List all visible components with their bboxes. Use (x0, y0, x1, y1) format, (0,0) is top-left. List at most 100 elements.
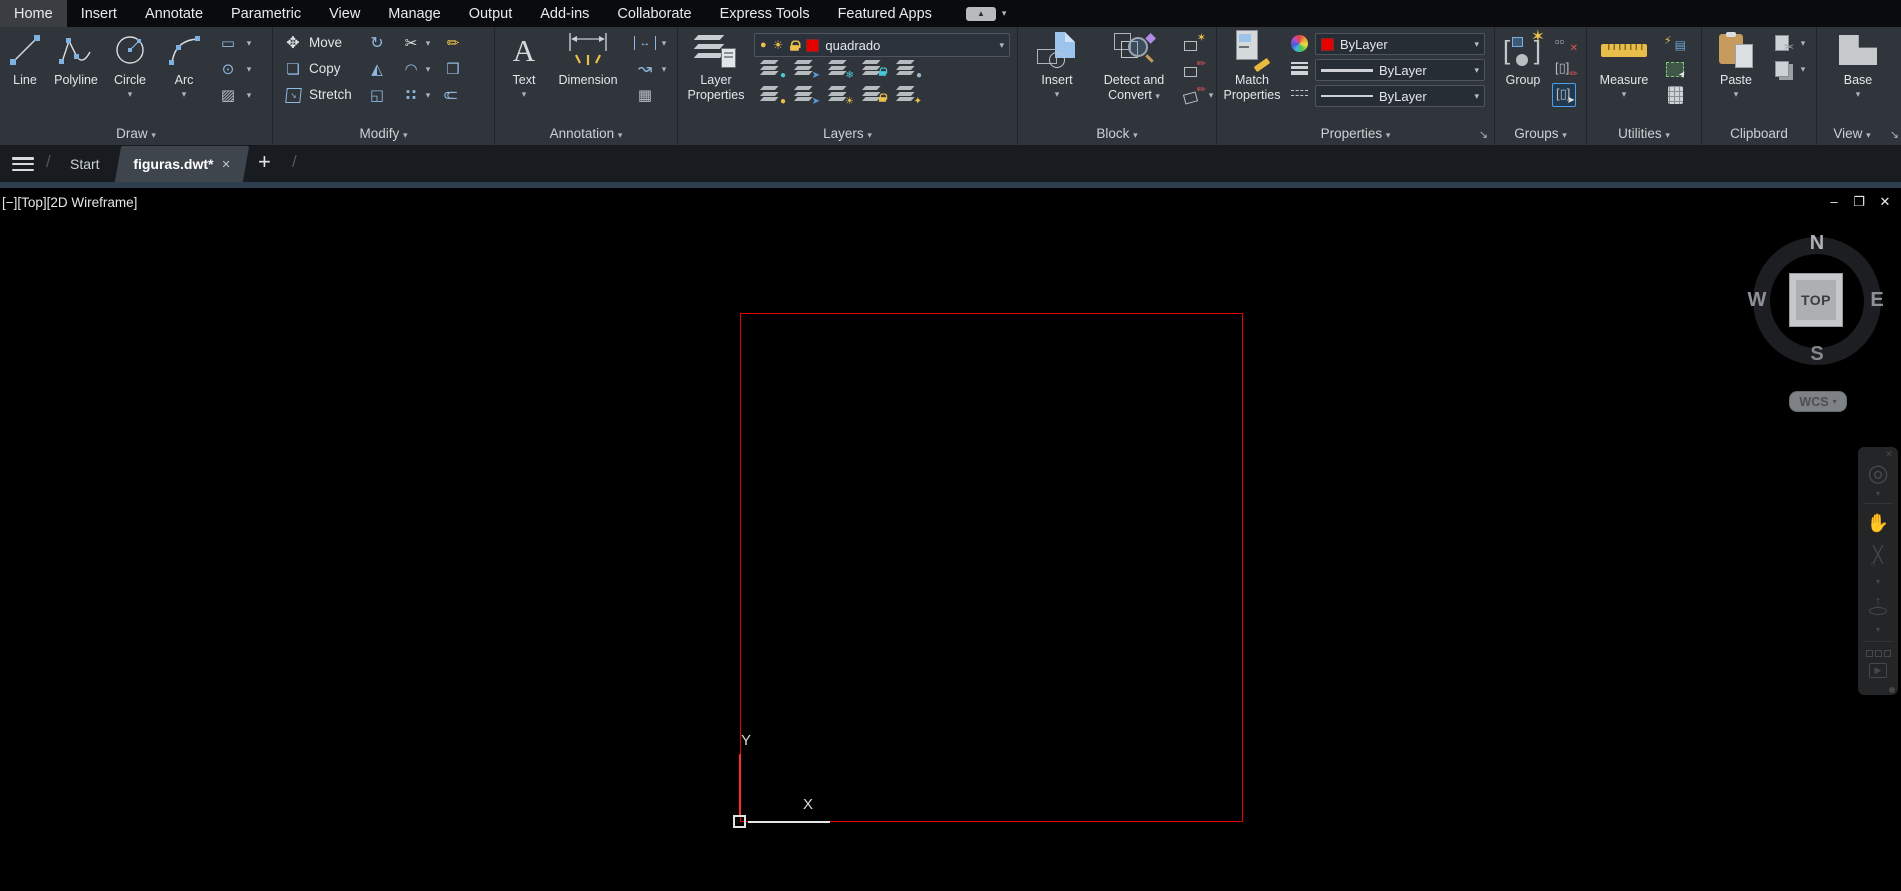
detect-and-convert-button[interactable]: ◆ Detect and Convert ▾ (1090, 29, 1178, 103)
drawing-viewport[interactable]: [−][Top][2D Wireframe] – ❐ ✕ Y X N W E S… (0, 188, 1901, 891)
close-viewport-icon[interactable]: ✕ (1875, 194, 1895, 210)
chevron-down-icon[interactable]: ▾ (1798, 59, 1808, 79)
viewcube-north[interactable]: N (1804, 232, 1830, 255)
quick-calculator-icon[interactable] (1663, 85, 1687, 105)
group-button[interactable]: [] ✶ Group (1497, 27, 1549, 88)
viewcube-east[interactable]: E (1864, 289, 1890, 312)
quick-select-icon[interactable]: ⚡ ▤ (1663, 33, 1687, 53)
object-color-dropdown[interactable]: ByLayer ▾ (1315, 33, 1485, 55)
stretch-button[interactable]: Stretch (309, 85, 352, 105)
tab-annotate[interactable]: Annotate (131, 0, 217, 27)
layer-on-icon[interactable]: ● (760, 39, 767, 51)
showmotion-frames-icon[interactable] (1858, 650, 1898, 657)
ungroup-icon[interactable]: ▫▫ ✕ (1553, 33, 1578, 54)
layer-freeze-icon[interactable]: ❄ (826, 59, 854, 81)
linetype-dropdown[interactable]: ByLayer ▾ (1315, 85, 1485, 107)
ucs-origin-icon[interactable] (733, 815, 746, 828)
tab-start[interactable]: Start (62, 146, 108, 182)
measure-button[interactable]: Measure ▾ (1591, 29, 1657, 99)
chevron-down-icon[interactable]: ▾ (1622, 89, 1627, 99)
chevron-down-icon[interactable]: ▾ (244, 85, 254, 105)
rotate-icon[interactable]: ↻ (365, 33, 389, 53)
layer-match-icon[interactable]: ✦ (894, 85, 922, 107)
chevron-down-icon[interactable]: ▾ (999, 40, 1004, 51)
polyline-button[interactable]: Polyline (50, 29, 102, 88)
chevron-down-icon[interactable]: ▾ (244, 33, 254, 53)
copy-button[interactable]: Copy (309, 59, 341, 79)
tab-addins[interactable]: Add-ins (526, 0, 603, 27)
circle-button[interactable]: Circle ▾ (104, 29, 156, 99)
layer-isolate-icon[interactable]: ➤ (792, 59, 820, 81)
panel-label-draw[interactable]: Draw ▾ (0, 126, 272, 141)
tab-manage[interactable]: Manage (374, 0, 454, 27)
file-tabs-menu-icon[interactable] (12, 157, 34, 171)
panel-label-block[interactable]: Block ▾ (1018, 126, 1216, 141)
layer-lock-icon[interactable] (860, 59, 888, 77)
new-tab-button[interactable]: + (258, 149, 271, 175)
ellipse-tool-icon[interactable]: ⊙ (216, 59, 240, 79)
stretch-icon[interactable]: ↘ (281, 85, 305, 105)
layer-make-current-icon[interactable]: ➤ (792, 85, 820, 107)
chevron-down-icon[interactable]: ▾ (1474, 91, 1479, 102)
match-properties-button[interactable]: Match Properties (1221, 29, 1283, 103)
panel-label-clipboard[interactable]: Clipboard (1702, 126, 1816, 141)
linear-dimension-icon[interactable]: ↔ (633, 33, 657, 53)
move-button[interactable]: Move (309, 33, 342, 53)
chevron-down-icon[interactable]: ▾ (1798, 33, 1808, 53)
hatch-tool-icon[interactable]: ▨ (216, 85, 240, 105)
zoom-extents-icon[interactable]: ╳ (1858, 545, 1898, 565)
wcs-dropdown[interactable]: WCS ▾ (1789, 391, 1847, 412)
chevron-down-icon[interactable]: ▾ (1734, 89, 1739, 99)
tab-insert[interactable]: Insert (67, 0, 131, 27)
chevron-down-icon[interactable]: ▾ (423, 85, 433, 105)
chevron-down-icon[interactable]: ▾ (244, 59, 254, 79)
panel-label-annotation[interactable]: Annotation ▾ (495, 126, 677, 141)
move-icon[interactable]: ✥ (281, 33, 305, 53)
layer-properties-button[interactable]: Layer Properties (682, 29, 750, 103)
pan-hand-icon[interactable]: ✋ (1858, 513, 1898, 534)
chevron-down-icon[interactable]: ▾ (423, 33, 433, 53)
linetype-icon[interactable] (1287, 85, 1311, 105)
panel-label-modify[interactable]: Modify ▾ (273, 126, 494, 141)
panel-label-properties[interactable]: Properties ▾ (1217, 126, 1494, 141)
paste-button[interactable]: Paste ▾ (1708, 29, 1764, 99)
tab-view[interactable]: View (315, 0, 374, 27)
fillet-icon[interactable]: ◠ (399, 59, 423, 79)
define-attributes-icon[interactable]: ✏ (1182, 84, 1206, 105)
minimize-viewport-icon[interactable]: – (1824, 194, 1844, 209)
dimension-button[interactable]: Dimension (549, 29, 627, 88)
chevron-down-icon[interactable]: ▾ (1206, 85, 1216, 105)
layer-color-swatch[interactable] (806, 38, 820, 52)
chevron-down-icon[interactable]: ▾ (1858, 625, 1898, 634)
chevron-down-icon[interactable]: ▾ (659, 59, 669, 79)
close-tab-icon[interactable]: ✕ (221, 158, 230, 171)
chevron-down-icon[interactable]: ▾ (1856, 89, 1861, 99)
layer-dropdown[interactable]: ● ☀ quadrado ▾ (754, 33, 1010, 57)
chevron-down-icon[interactable]: ▾ (1474, 65, 1479, 76)
tab-parametric[interactable]: Parametric (217, 0, 315, 27)
chevron-down-icon[interactable]: ▾ (1858, 577, 1898, 586)
tab-express-tools[interactable]: Express Tools (706, 0, 824, 27)
steering-wheel-icon[interactable]: ◎ (1858, 459, 1898, 488)
base-button[interactable]: Base ▾ (1831, 29, 1885, 99)
viewcube-west[interactable]: W (1744, 289, 1770, 312)
mirror-icon[interactable]: ◭ (365, 59, 389, 79)
chevron-down-icon[interactable]: ▾ (1055, 89, 1060, 99)
panel-label-groups[interactable]: Groups ▾ (1495, 126, 1586, 141)
chevron-down-icon[interactable]: ▾ (1474, 39, 1479, 50)
panel-cycle-icon[interactable]: ↘ (1890, 128, 1899, 141)
panel-label-view[interactable]: View ▾ (1817, 126, 1887, 141)
copy-clip-icon[interactable] (1770, 59, 1794, 79)
layer-unlock-tool-icon[interactable] (860, 85, 888, 103)
group-edit-icon[interactable]: [▯] ✏ (1553, 59, 1578, 80)
cut-icon[interactable]: ✂ (1770, 33, 1794, 54)
offset-icon[interactable]: ⊂ (437, 85, 461, 105)
tab-collaborate[interactable]: Collaborate (603, 0, 705, 27)
viewcube-top-face[interactable]: TOP (1789, 273, 1843, 327)
rectangle-tool-icon[interactable]: ▭ (216, 33, 240, 53)
navigation-bar[interactable]: ✕ ◎ ▾ ✋ ╳ ○ ▾ ↑ ▾ ▶ (1858, 447, 1898, 695)
insert-button[interactable]: Insert ▾ (1028, 29, 1086, 99)
panel-label-layers[interactable]: Layers ▾ (678, 126, 1017, 141)
tab-home[interactable]: Home (0, 0, 67, 27)
chevron-down-icon[interactable]: ▾ (522, 89, 527, 99)
